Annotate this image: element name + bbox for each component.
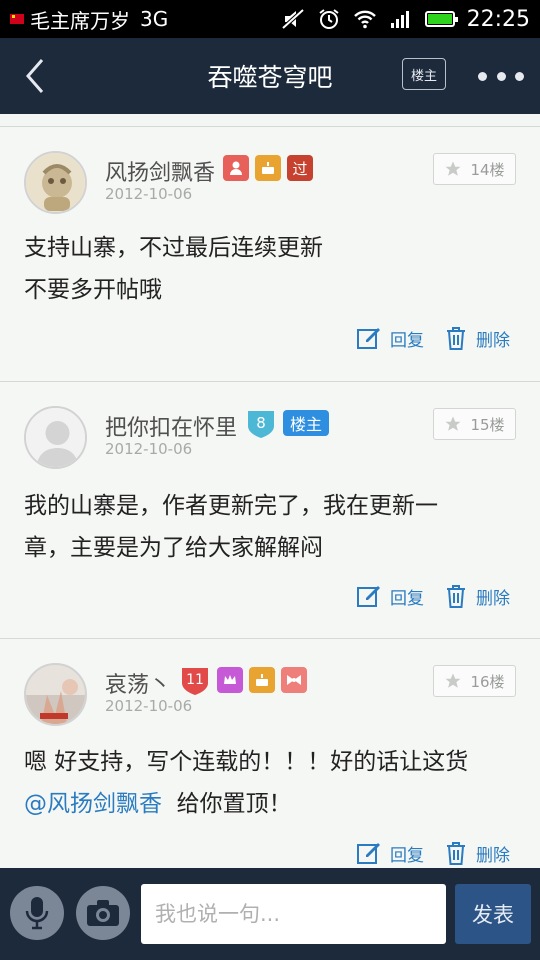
- page-title: 吞噬苍穹吧: [207, 63, 333, 92]
- star-icon: [445, 161, 461, 176]
- reply-button[interactable]: 回复: [356, 584, 424, 609]
- battery-fill: [427, 14, 452, 24]
- op-badge: 楼主: [283, 410, 330, 436]
- post-line: 嗯 好支持，写个连载的！！！好的话让这货: [24, 749, 469, 775]
- carrier-name: 毛主席万岁: [30, 8, 130, 33]
- reply-input[interactable]: [141, 884, 446, 944]
- floor-number: 15楼: [470, 415, 505, 434]
- badge-guo[interactable]: 过: [287, 155, 314, 181]
- post-line: 不要多开帖哦: [24, 277, 162, 303]
- floor-number: 16楼: [470, 672, 505, 691]
- microphone-icon: [25, 897, 49, 930]
- avatar[interactable]: [24, 151, 87, 214]
- post-line-rest: 给你置顶！: [162, 791, 292, 817]
- post-floor-15: 把你扣在怀里 8 楼主 2012-10-06 15楼 我的山寨是，作者更新完了，…: [0, 381, 540, 638]
- post-floor-16: 哀荡丶 11 2012-10-06 16楼 嗯 好支持，写个连载的！！！好的话让…: [0, 638, 540, 868]
- post-actions: 回复 删除: [356, 838, 526, 868]
- alarm-icon: [317, 8, 341, 30]
- star-icon: [445, 416, 461, 431]
- battery-icon: [424, 11, 458, 27]
- send-button[interactable]: 发表: [455, 884, 531, 944]
- camera-icon: [87, 900, 119, 926]
- avatar[interactable]: [24, 663, 87, 726]
- delete-label: 删除: [476, 330, 510, 351]
- post-line-2: @风扬剑飘香 给你置顶！: [24, 783, 522, 825]
- more-dots-icon: [478, 71, 487, 81]
- user-badges: 8 楼主: [245, 410, 330, 438]
- post-date: 2012-10-06: [105, 440, 193, 458]
- post-line: 支持山寨，不过最后连续更新: [24, 235, 323, 261]
- crown-icon[interactable]: [217, 667, 244, 693]
- reply-label: 回复: [390, 845, 424, 866]
- flag-icon: [10, 14, 24, 24]
- edit-icon: [357, 586, 380, 607]
- post-text: 嗯 好支持，写个连载的！！！好的话让这货 @风扬剑飘香 给你置顶！: [24, 741, 522, 825]
- more-button[interactable]: [478, 62, 524, 90]
- floor-badge[interactable]: 15楼: [433, 408, 516, 440]
- voice-button[interactable]: [10, 886, 64, 940]
- delete-button[interactable]: 删除: [444, 840, 510, 866]
- edit-icon: [357, 328, 380, 349]
- delete-button[interactable]: 删除: [444, 583, 510, 609]
- chevron-left-icon: [26, 59, 44, 93]
- cake-icon[interactable]: [255, 155, 282, 181]
- level-number: 11: [186, 672, 204, 688]
- only-op-button[interactable]: 楼主: [402, 58, 446, 90]
- avatar[interactable]: [24, 406, 87, 469]
- mention-link[interactable]: @风扬剑飘香: [24, 791, 162, 817]
- signal-icon: [389, 8, 413, 30]
- trash-icon: [447, 327, 465, 350]
- post-actions: 回复 删除: [356, 581, 526, 611]
- level-shield-icon[interactable]: 8: [245, 410, 277, 438]
- person-icon[interactable]: [223, 155, 250, 181]
- cake-icon[interactable]: [249, 667, 276, 693]
- post-floor-14: 风扬剑飘香 过 2012-10-06 14楼 支持山寨，不过最后连续更新 不要多…: [0, 126, 540, 381]
- username[interactable]: 哀荡丶: [105, 667, 171, 699]
- username[interactable]: 把你扣在怀里: [105, 410, 237, 442]
- status-bar: 毛主席万岁 3G 22:25: [0, 0, 540, 38]
- level-shield-icon[interactable]: 11: [179, 667, 211, 695]
- network-type: 3G: [140, 7, 169, 31]
- delete-button[interactable]: 删除: [444, 325, 510, 351]
- username[interactable]: 风扬剑飘香: [105, 155, 215, 187]
- star-icon: [445, 673, 461, 688]
- user-badges: 过: [223, 155, 314, 181]
- user-badges: 11: [179, 667, 308, 695]
- reply-label: 回复: [390, 330, 424, 351]
- image-button[interactable]: [76, 886, 130, 940]
- level-number: 8: [256, 414, 266, 432]
- post-text: 我的山寨是，作者更新完了，我在更新一 章，主要是为了给大家解解闷: [24, 485, 522, 569]
- bow-icon[interactable]: [281, 667, 308, 693]
- reply-label: 回复: [390, 588, 424, 609]
- trash-icon: [447, 585, 465, 608]
- reply-button[interactable]: 回复: [356, 326, 424, 351]
- clock: 22:25: [466, 6, 530, 32]
- wifi-icon: [353, 8, 377, 30]
- back-button[interactable]: [0, 38, 70, 114]
- reply-bar: 发表: [0, 868, 540, 960]
- delete-label: 删除: [476, 845, 510, 866]
- floor-badge[interactable]: 14楼: [433, 153, 516, 185]
- trash-icon: [447, 842, 465, 865]
- post-date: 2012-10-06: [105, 185, 193, 203]
- reply-button[interactable]: 回复: [356, 841, 424, 866]
- floor-number: 14楼: [470, 160, 505, 179]
- edit-icon: [357, 843, 380, 864]
- post-text: 支持山寨，不过最后连续更新 不要多开帖哦: [24, 227, 522, 311]
- post-actions: 回复 删除: [356, 323, 526, 353]
- floor-badge[interactable]: 16楼: [433, 665, 516, 697]
- post-line: 我的山寨是，作者更新完了，我在更新一: [24, 493, 438, 519]
- delete-label: 删除: [476, 588, 510, 609]
- post-date: 2012-10-06: [105, 697, 193, 715]
- mute-icon: [281, 8, 305, 30]
- post-line: 章，主要是为了给大家解解闷: [24, 535, 323, 561]
- thread-content[interactable]: 风扬剑飘香 过 2012-10-06 14楼 支持山寨，不过最后连续更新 不要多…: [0, 114, 540, 868]
- top-nav-bar: 吞噬苍穹吧 楼主: [0, 38, 540, 114]
